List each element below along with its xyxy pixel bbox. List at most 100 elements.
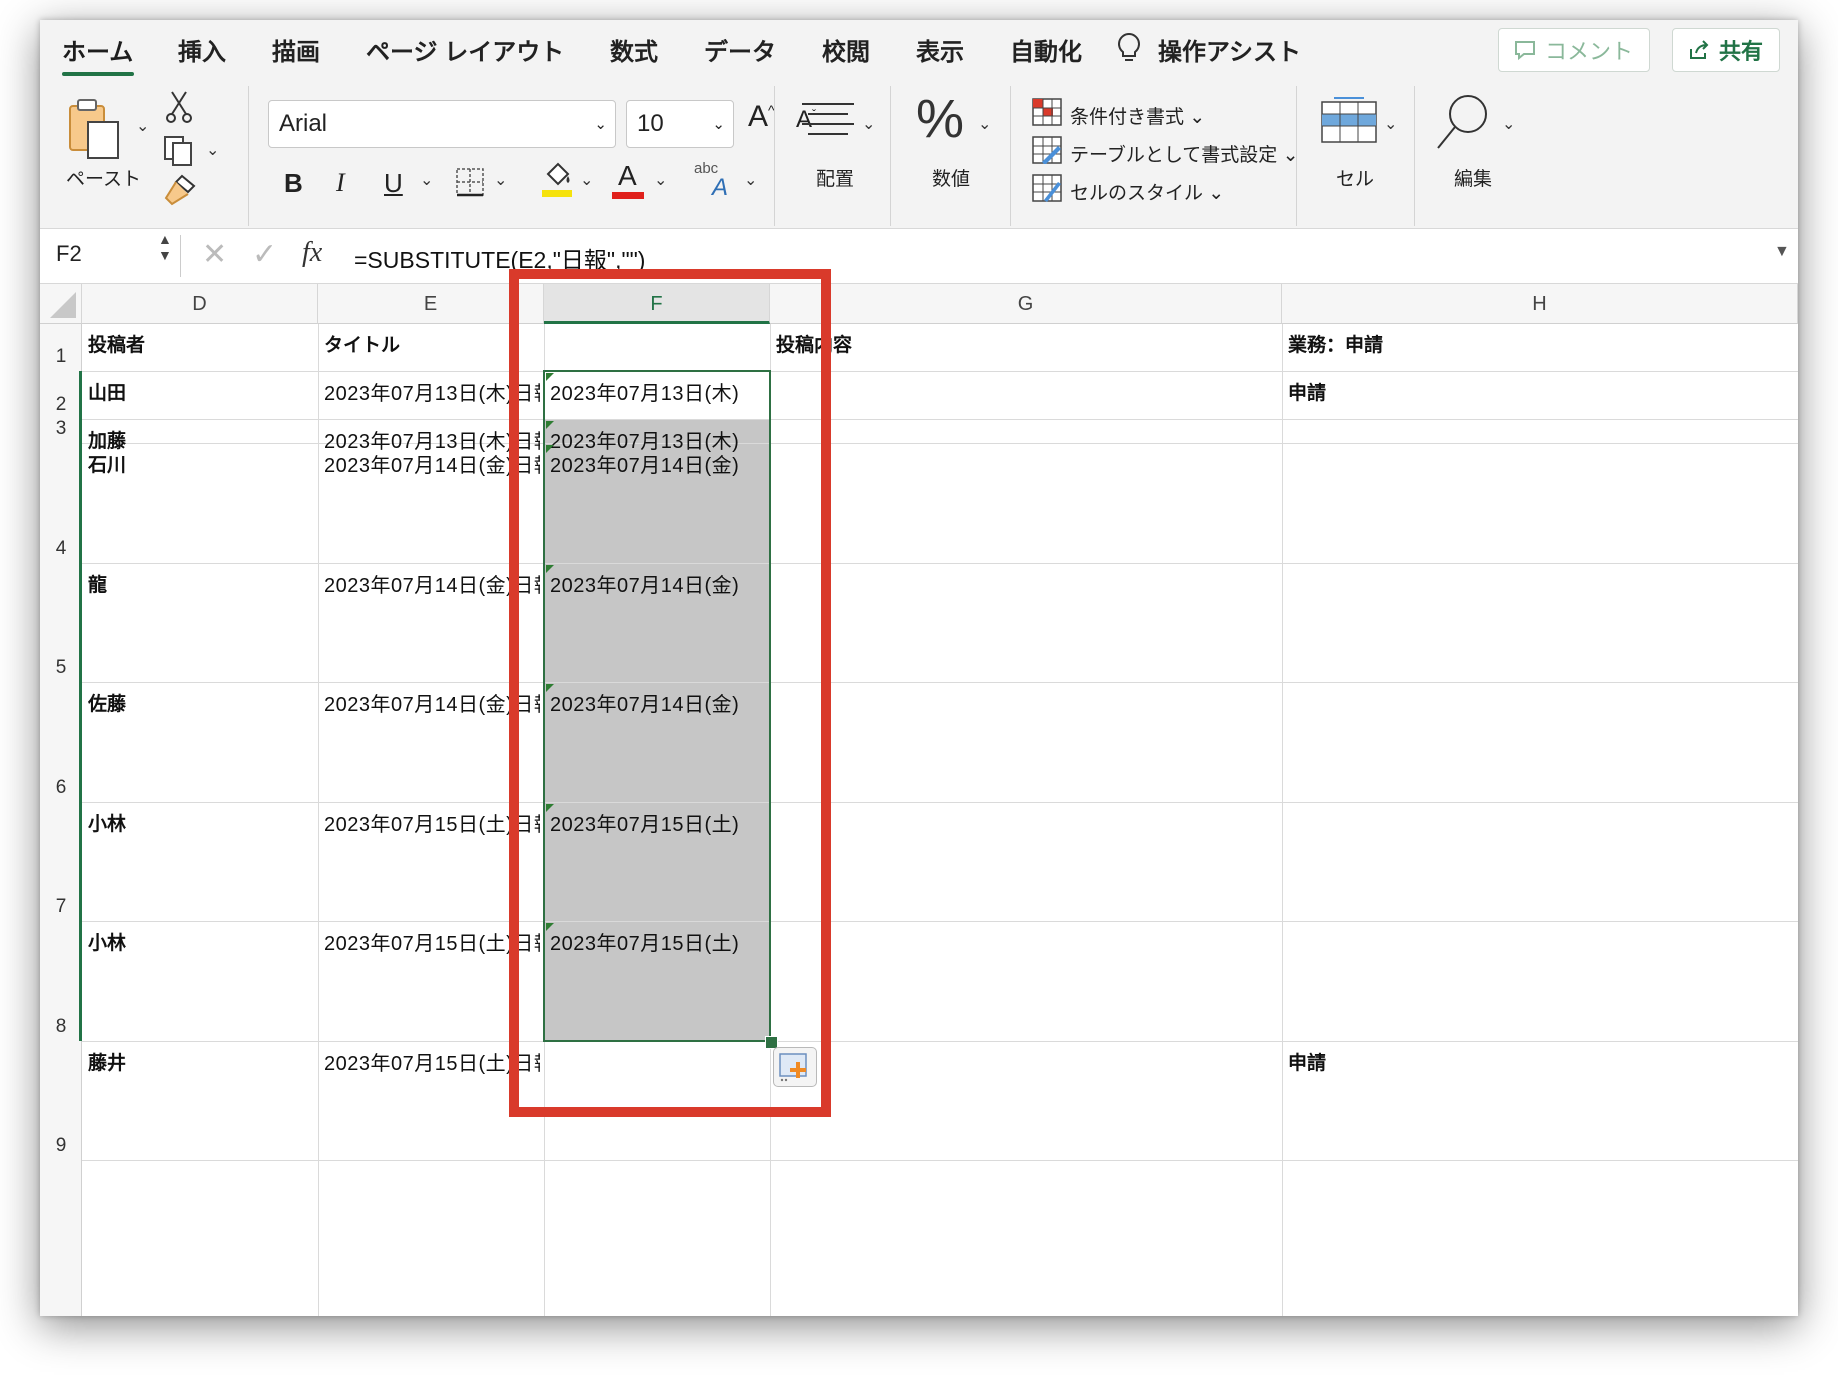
cell-e6[interactable]: 2023年07月14日(金)日報 xyxy=(324,688,540,717)
cut-icon[interactable] xyxy=(164,90,194,124)
cell-d1[interactable]: 投稿者 xyxy=(88,330,314,357)
search-icon[interactable] xyxy=(1434,92,1492,154)
font-name-select[interactable]: Arial ⌄ xyxy=(268,100,616,148)
row-header-9[interactable]: 9 xyxy=(40,1135,82,1157)
row-header-2[interactable]: 2 xyxy=(40,394,82,416)
cell-styles-icon xyxy=(1032,174,1062,202)
expand-formula-bar-icon[interactable]: ▼ xyxy=(1774,243,1790,261)
bold-button[interactable]: B xyxy=(284,168,303,199)
cells-icon[interactable] xyxy=(1320,96,1378,146)
fill-color-icon[interactable] xyxy=(540,160,574,200)
row-header-7[interactable]: 7 xyxy=(40,896,82,918)
font-name-value: Arial xyxy=(279,110,328,137)
cell-e1[interactable]: タイトル xyxy=(324,330,540,357)
cancel-icon[interactable]: ✕ xyxy=(202,237,227,272)
font-color-button[interactable]: A xyxy=(618,160,637,192)
edit-chevron-icon[interactable]: ⌄ xyxy=(1502,114,1515,134)
number-label: 数値 xyxy=(932,169,971,190)
phonetic-chevron-icon[interactable]: ⌄ xyxy=(744,170,757,190)
phonetic-icon[interactable]: A xyxy=(712,174,728,202)
gridline xyxy=(82,1160,1798,1161)
increase-font-size-button[interactable]: A^ xyxy=(748,100,775,134)
number-format-icon[interactable]: % xyxy=(916,88,964,150)
row-header-3[interactable]: 3 xyxy=(40,418,82,440)
tab-insert[interactable]: 挿入 xyxy=(178,32,226,67)
tab-home[interactable]: ホーム xyxy=(62,32,133,67)
alignment-chevron-icon[interactable]: ⌄ xyxy=(862,114,875,134)
cell-h1[interactable]: 業務：申請 xyxy=(1288,330,1788,357)
cell-h2[interactable]: 申請 xyxy=(1288,378,1788,405)
conditional-format-button[interactable]: 条件付き書式 ⌄ xyxy=(1070,102,1205,129)
worksheet-grid[interactable]: D E F G H 1 2 3 4 5 6 7 8 9 投稿者 タイトル 投稿内… xyxy=(40,284,1798,1316)
font-color-chevron-icon[interactable]: ⌄ xyxy=(654,170,667,190)
share-icon xyxy=(1690,40,1709,59)
underline-chevron-icon[interactable]: ⌄ xyxy=(420,170,433,190)
tab-automate[interactable]: 自動化 xyxy=(1010,32,1082,67)
cell-e9[interactable]: 2023年07月15日(土)日報 xyxy=(324,1047,540,1076)
cell-e4[interactable]: 2023年07月14日(金)日報 xyxy=(324,449,540,478)
italic-button[interactable]: I xyxy=(336,168,345,198)
row-header-5[interactable]: 5 xyxy=(40,657,82,679)
borders-chevron-icon[interactable]: ⌄ xyxy=(494,170,507,190)
alignment-icon[interactable] xyxy=(800,98,856,142)
font-size-select[interactable]: 10 ⌄ xyxy=(626,100,734,148)
cells-chevron-icon[interactable]: ⌄ xyxy=(1384,114,1397,134)
gridline xyxy=(82,1041,1798,1042)
insert-function-icon[interactable]: fx xyxy=(302,237,322,269)
row-header-8[interactable]: 8 xyxy=(40,1016,82,1038)
paste-dropdown-chevron-icon[interactable]: ⌄ xyxy=(136,116,149,136)
name-box-stepper-icon[interactable]: ▲ ▼ xyxy=(158,231,172,263)
paste-icon[interactable] xyxy=(66,96,126,170)
paste-label: ペースト xyxy=(66,169,142,190)
column-header-g[interactable]: G xyxy=(770,284,1282,324)
format-painter-icon[interactable] xyxy=(164,174,198,208)
comment-icon xyxy=(1515,41,1535,61)
tell-me-assist[interactable]: 操作アシスト xyxy=(1158,32,1301,67)
cell-e2[interactable]: 2023年07月13日(木)日報 xyxy=(324,377,540,406)
column-header-h[interactable]: H xyxy=(1282,284,1798,324)
tab-view[interactable]: 表示 xyxy=(916,32,964,67)
cell-d8[interactable]: 小林 xyxy=(88,928,314,955)
cell-h9[interactable]: 申請 xyxy=(1288,1048,1788,1075)
comment-button[interactable]: コメント xyxy=(1498,28,1650,72)
copy-icon[interactable] xyxy=(162,134,196,168)
tab-page-layout[interactable]: ページ レイアウト xyxy=(366,32,564,67)
number-chevron-icon[interactable]: ⌄ xyxy=(978,114,991,134)
cell-d2[interactable]: 山田 xyxy=(88,378,314,405)
column-header-d[interactable]: D xyxy=(82,284,318,324)
borders-icon[interactable] xyxy=(454,166,486,198)
cell-d9[interactable]: 藤井 xyxy=(88,1048,314,1075)
row-header-4[interactable]: 4 xyxy=(40,538,82,560)
cell-d7[interactable]: 小林 xyxy=(88,809,314,836)
row-header-1[interactable]: 1 xyxy=(40,346,82,368)
row-header-6[interactable]: 6 xyxy=(40,777,82,799)
cell-styles-button[interactable]: セルのスタイル ⌄ xyxy=(1070,178,1224,205)
fill-color-chevron-icon[interactable]: ⌄ xyxy=(580,170,593,190)
cell-d4[interactable]: 石川 xyxy=(88,450,314,477)
tab-review[interactable]: 校閲 xyxy=(822,32,870,67)
gridline xyxy=(82,921,1798,922)
copy-dropdown-chevron-icon[interactable]: ⌄ xyxy=(206,140,219,160)
cell-d6[interactable]: 佐藤 xyxy=(88,689,314,716)
name-box[interactable]: F2 ▲ ▼ xyxy=(40,229,178,283)
cells-label: セル xyxy=(1336,169,1375,190)
tab-draw[interactable]: 描画 xyxy=(272,32,320,67)
tab-formulas[interactable]: 数式 xyxy=(610,32,658,67)
tab-data[interactable]: データ xyxy=(704,32,776,67)
lightbulb-icon xyxy=(1118,32,1140,61)
cell-d5[interactable]: 龍 xyxy=(88,570,314,597)
gridline xyxy=(82,802,1798,803)
cell-e5[interactable]: 2023年07月14日(金)日報 xyxy=(324,569,540,598)
format-as-table-button[interactable]: テーブルとして書式設定 ⌄ xyxy=(1070,140,1299,167)
enter-check-icon[interactable]: ✓ xyxy=(252,237,277,272)
select-all-corner[interactable] xyxy=(40,284,82,324)
gridline xyxy=(318,324,319,1316)
gridline xyxy=(82,682,1798,683)
cell-e7[interactable]: 2023年07月15日(土)日報 xyxy=(324,808,540,837)
share-button[interactable]: 共有 xyxy=(1672,28,1780,72)
name-box-value: F2 xyxy=(56,241,82,266)
formula-bar: F2 ▲ ▼ ✕ ✓ fx =SUBSTITUTE(E2,"日報","") ▼ xyxy=(40,228,1798,284)
cell-e8[interactable]: 2023年07月15日(土)日報 xyxy=(324,927,540,956)
underline-button[interactable]: U xyxy=(384,168,403,199)
cell-d3[interactable]: 加藤 xyxy=(88,426,314,453)
